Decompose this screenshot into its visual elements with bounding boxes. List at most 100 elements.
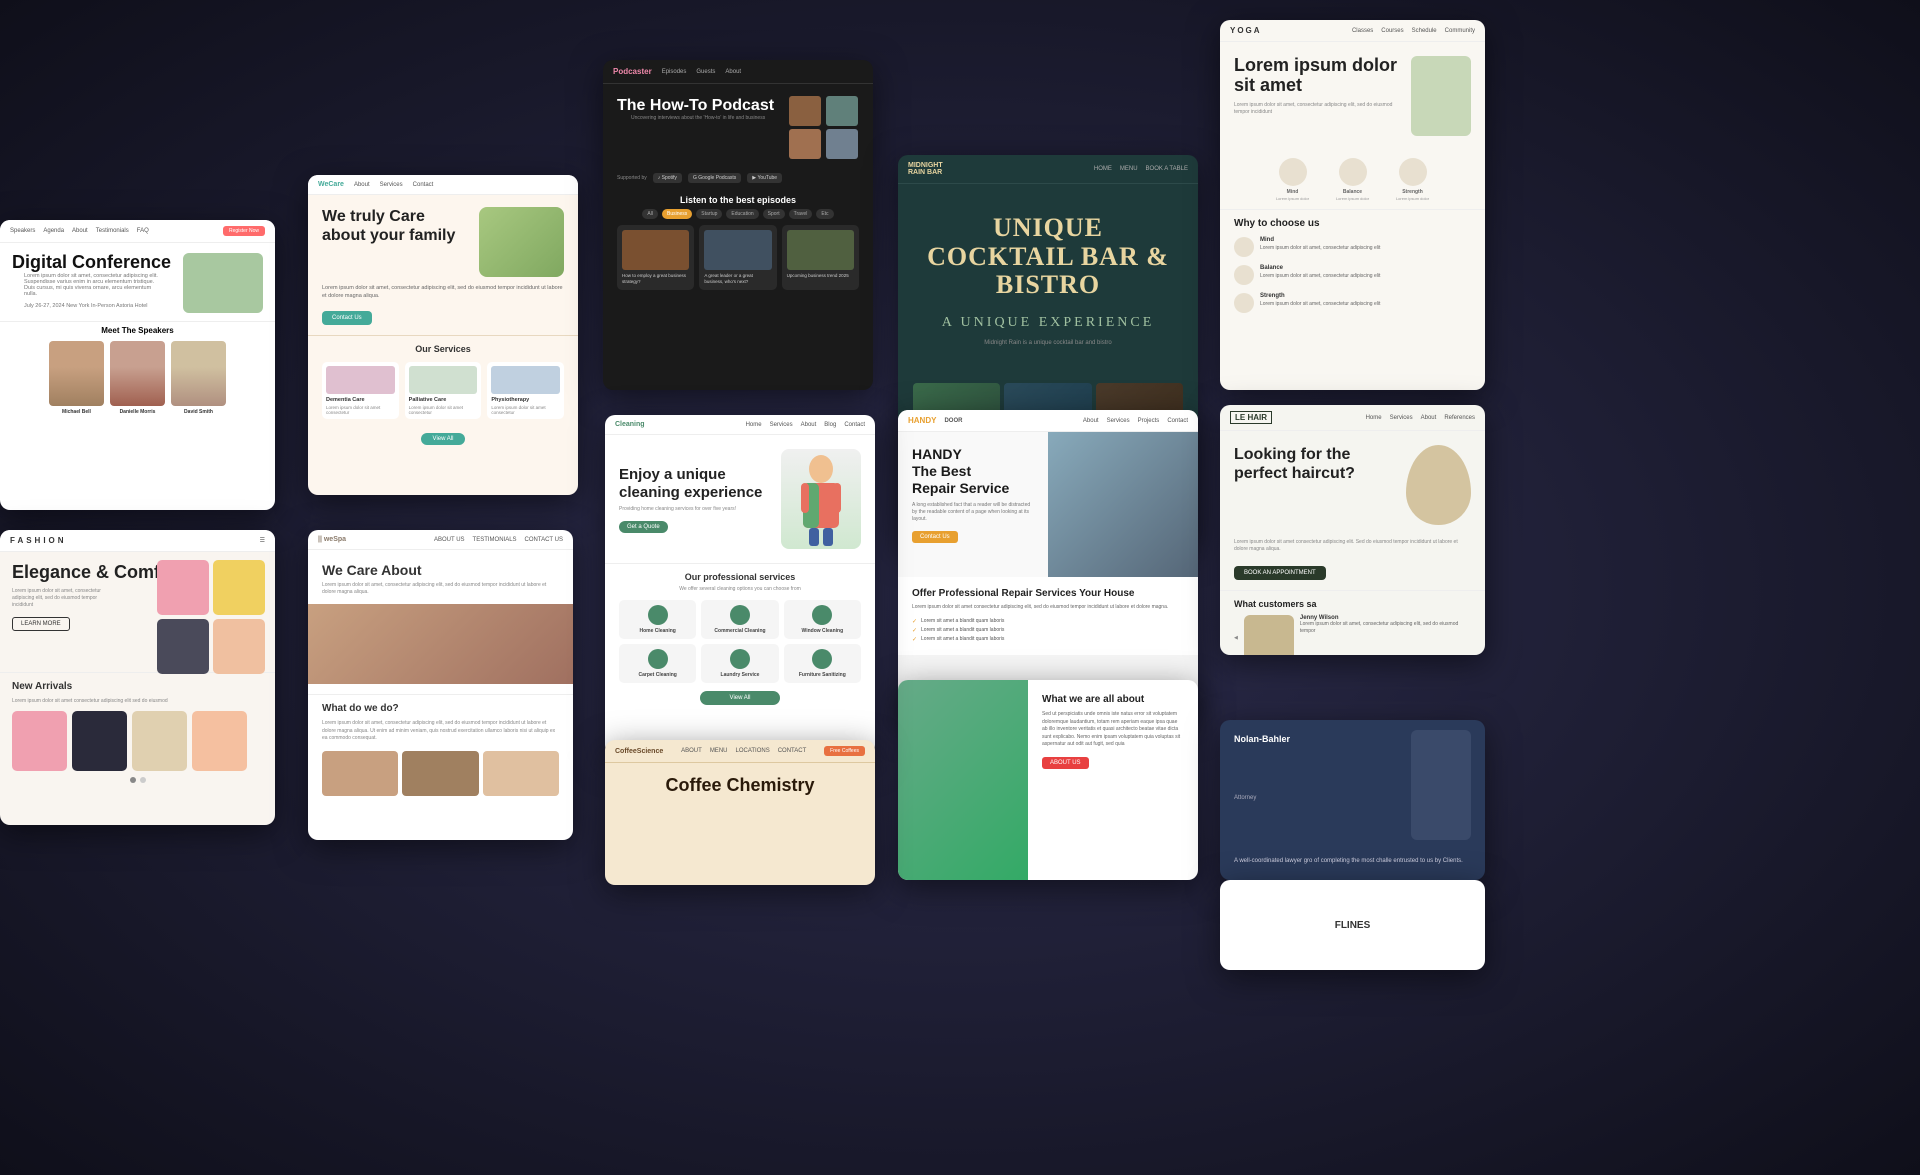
conf-nav-item[interactable]: Testimonials xyxy=(96,228,129,234)
podcast-google-btn[interactable]: G Google Podcasts xyxy=(688,173,741,183)
card-coffee: CoffeeScience ABOUT MENU LOCATIONS CONTA… xyxy=(605,740,875,885)
cleaning-hero: Enjoy a unique cleaning experience Provi… xyxy=(605,435,875,563)
podcast-nav-item[interactable]: Episodes xyxy=(662,69,687,75)
cleaning-service-item[interactable]: Home Cleaning xyxy=(619,600,696,639)
yoga-nav-item[interactable]: Community xyxy=(1445,28,1475,34)
podcast-filter-all[interactable]: All xyxy=(642,209,658,219)
podcast-episode-card[interactable]: How to employ a great business strategy? xyxy=(617,225,694,290)
wecare-nav-item[interactable]: Services xyxy=(380,182,403,188)
podcast-filter-education[interactable]: Education xyxy=(726,209,758,219)
cleaning-service-item[interactable]: Commercial Cleaning xyxy=(701,600,778,639)
wespa-nav-item[interactable]: CONTACT US xyxy=(525,537,563,543)
wecare-view-all-btn[interactable]: View All xyxy=(421,433,466,445)
yoga-nav-item[interactable]: Courses xyxy=(1381,28,1403,34)
wecare-contact-btn[interactable]: Contact Us xyxy=(322,311,372,325)
wespa-gallery-image xyxy=(483,751,559,796)
fashion-dot[interactable] xyxy=(130,777,136,783)
conf-register-btn[interactable]: Register Now xyxy=(223,226,265,236)
podcast-filter-business[interactable]: Business xyxy=(662,209,692,219)
fashion-nav: FASHION ☰ xyxy=(0,530,275,552)
fashion-learn-more-btn[interactable]: LEARN MORE xyxy=(12,617,70,631)
podcast-episode-card[interactable]: A great leader or a great business, who'… xyxy=(699,225,776,290)
cocktail-headline: UNIQUE COCKTAIL BAR & BISTRO xyxy=(918,214,1178,300)
conference-hero-image xyxy=(183,253,263,313)
fashion-dot[interactable] xyxy=(140,777,146,783)
cleaning-services-section: Our professional services We offer sever… xyxy=(605,563,875,713)
card-handy: HANDY DOOR About Services Projects Conta… xyxy=(898,410,1198,720)
conf-nav-item[interactable]: Speakers xyxy=(10,228,35,234)
cocktail-nav-item[interactable]: BOOK A TABLE xyxy=(1146,166,1188,172)
podcast-thumb xyxy=(826,129,858,159)
podcast-nav-item[interactable]: About xyxy=(725,69,741,75)
cleaning-quote-btn[interactable]: Get a Quote xyxy=(619,521,668,533)
podcast-nav-item[interactable]: Guests xyxy=(696,69,715,75)
podcast-youtube-btn[interactable]: ▶ YouTube xyxy=(747,173,782,183)
handy-contact-btn[interactable]: Contact Us xyxy=(912,531,958,543)
cleaning-service-icon xyxy=(812,605,832,625)
lehair-nav-item[interactable]: Services xyxy=(1390,415,1413,421)
conf-nav-item[interactable]: FAQ xyxy=(137,228,149,234)
yoga-nav-item[interactable]: Schedule xyxy=(1412,28,1437,34)
cleaning-nav-item[interactable]: About xyxy=(801,422,817,428)
lehair-nav-item[interactable]: About xyxy=(1421,415,1437,421)
coffee-nav-item[interactable]: MENU xyxy=(710,748,728,754)
podcast-episode-image xyxy=(622,230,689,270)
cleaning-nav-item[interactable]: Services xyxy=(770,422,793,428)
podcast-filter-sport[interactable]: Sport xyxy=(763,209,785,219)
podcast-episode-card[interactable]: Upcoming business trend 2025 xyxy=(782,225,859,290)
podcast-filter-etc[interactable]: Etc xyxy=(816,209,833,219)
cleaning-service-item[interactable]: Furniture Sanitizing xyxy=(784,644,861,683)
yoga-why-name: Strength xyxy=(1260,293,1380,299)
yoga-why-item: Balance Lorem ipsum dolor sit amet, cons… xyxy=(1234,265,1471,285)
fashion-arrival-item[interactable] xyxy=(132,711,187,771)
cleaning-view-all-btn[interactable]: View All xyxy=(700,691,780,705)
lehair-nav-arrows[interactable]: ◀ xyxy=(1234,635,1238,641)
handy-nav-item[interactable]: Projects xyxy=(1138,418,1160,424)
wecare-service-desc: Lorem ipsum dolor sit amet consectetur xyxy=(326,405,395,415)
wecare-service-name: Palliative Care xyxy=(409,397,478,403)
handy-nav-item[interactable]: Services xyxy=(1107,418,1130,424)
cleaning-logo: Cleaning xyxy=(615,421,645,428)
yoga-icon-label: Balance xyxy=(1328,189,1378,195)
handy-nav-item[interactable]: Contact xyxy=(1167,418,1188,424)
wespa-nav-item[interactable]: TESTIMONIALS xyxy=(473,537,517,543)
cleaning-nav-item[interactable]: Blog xyxy=(824,422,836,428)
lehair-book-btn[interactable]: BOOK AN APPOINTMENT xyxy=(1234,566,1326,580)
conf-nav-item[interactable]: About xyxy=(72,228,88,234)
lehair-nav-item[interactable]: Home xyxy=(1366,415,1382,421)
yoga-why-item: Mind Lorem ipsum dolor sit amet, consect… xyxy=(1234,237,1471,257)
fashion-hamburger-icon[interactable]: ☰ xyxy=(260,537,265,544)
fashion-arrival-item[interactable] xyxy=(72,711,127,771)
cleaning-service-item[interactable]: Window Cleaning xyxy=(784,600,861,639)
handy-hero-image xyxy=(1048,432,1198,577)
lehair-hero: Looking for the perfect haircut? xyxy=(1220,431,1485,539)
podcast-images xyxy=(789,96,859,159)
wespa-nav-item[interactable]: ABOUT US xyxy=(434,537,465,543)
podcast-filter-travel[interactable]: Travel xyxy=(789,209,813,219)
wecare-nav-item[interactable]: Contact xyxy=(413,182,434,188)
yoga-why-icon xyxy=(1234,237,1254,257)
fashion-arrival-item[interactable] xyxy=(12,711,67,771)
podcast-spotify-btn[interactable]: ♪ Spotify xyxy=(653,173,682,183)
cleaning-service-item[interactable]: Carpet Cleaning xyxy=(619,644,696,683)
podcast-filter-startup[interactable]: Startup xyxy=(696,209,722,219)
cleaning-nav-item[interactable]: Contact xyxy=(844,422,865,428)
conf-nav-item[interactable]: Agenda xyxy=(43,228,64,234)
cleaning-nav-item[interactable]: Home xyxy=(746,422,762,428)
cleaning-service-item[interactable]: Laundry Service xyxy=(701,644,778,683)
wespa-gallery xyxy=(322,751,559,796)
fashion-image xyxy=(213,560,265,615)
cleaning-service-icon xyxy=(812,649,832,669)
coffee-nav-item[interactable]: CONTACT xyxy=(778,748,807,754)
wecare-nav-item[interactable]: About xyxy=(354,182,370,188)
fashion-arrival-item[interactable] xyxy=(192,711,247,771)
lehair-nav-item[interactable]: References xyxy=(1444,415,1475,421)
cocktail-nav-item[interactable]: HOME xyxy=(1094,166,1112,172)
coffee-nav-item[interactable]: ABOUT xyxy=(681,748,702,754)
handy-nav-item[interactable]: About xyxy=(1083,418,1099,424)
yoga-nav-item[interactable]: Classes xyxy=(1352,28,1373,34)
coffee-nav-item[interactable]: LOCATIONS xyxy=(735,748,769,754)
coffee-free-btn[interactable]: Free Coffees xyxy=(824,746,865,756)
garden-about-btn[interactable]: ABOUT US xyxy=(1042,757,1089,769)
cocktail-nav-item[interactable]: MENU xyxy=(1120,166,1138,172)
